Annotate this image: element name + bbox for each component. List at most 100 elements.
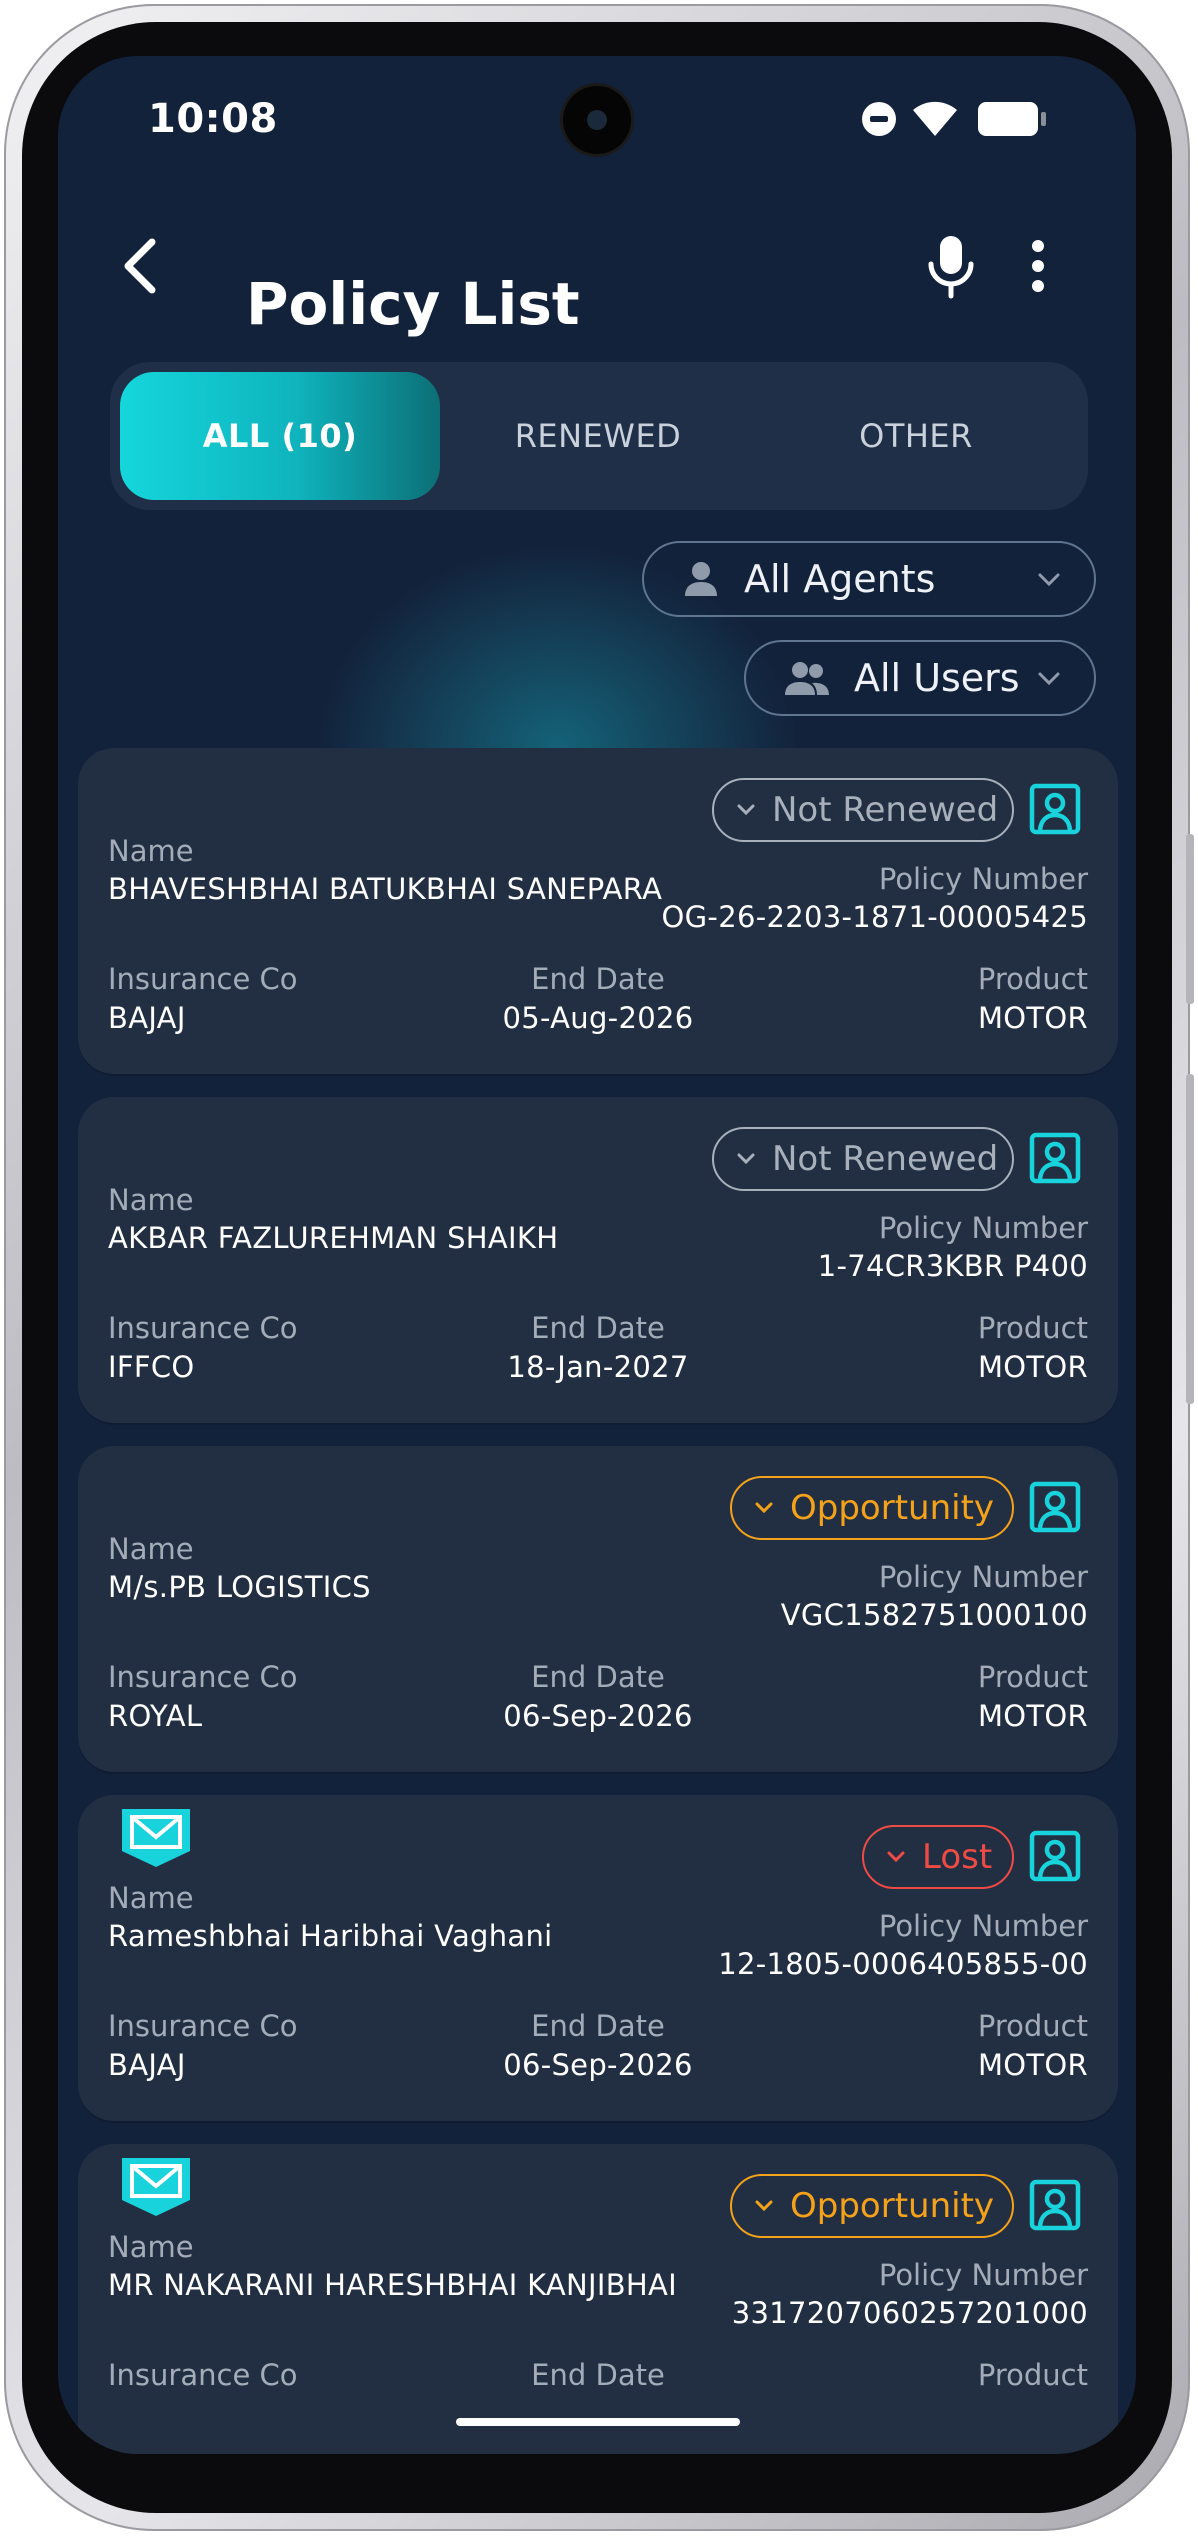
volume-button xyxy=(1186,834,1194,1004)
end-date-label: End Date xyxy=(531,1660,665,1694)
insurance-co-label: Insurance Co xyxy=(108,2358,298,2392)
users-filter-dropdown[interactable]: All Users xyxy=(744,640,1096,716)
chevron-down-icon xyxy=(737,1153,755,1165)
status-badge[interactable]: Not Renewed xyxy=(712,1127,1014,1191)
product-value: MOTOR xyxy=(977,1350,1088,1384)
front-camera xyxy=(563,86,631,154)
contact-card-icon[interactable] xyxy=(1028,1829,1082,1883)
tab-all[interactable]: ALL (10) xyxy=(120,372,440,500)
policy-number-value: 12-1805-0006405855-00 xyxy=(718,1947,1088,1981)
contact-card-icon[interactable] xyxy=(1028,782,1082,836)
policy-holder-name: Rameshbhai Haribhai Vaghani xyxy=(108,1919,553,1953)
chevron-down-icon xyxy=(887,1851,905,1863)
page-title: Policy List xyxy=(246,270,580,338)
status-bar: 10:08 xyxy=(58,56,1136,176)
do-not-disturb-icon xyxy=(862,102,896,136)
product-label: Product xyxy=(977,2009,1088,2043)
policy-card[interactable]: Opportunity Name M/s.PB LOGISTICS Policy… xyxy=(78,1446,1118,1772)
product-label: Product xyxy=(977,1311,1088,1345)
name-label: Name xyxy=(108,834,194,868)
status-badge-label: Opportunity xyxy=(790,2186,995,2226)
policy-number-label: Policy Number xyxy=(878,1560,1088,1594)
side-button xyxy=(1186,1074,1194,1404)
policy-number-value: 1-74CR3KBR P400 xyxy=(817,1249,1088,1283)
policy-number-label: Policy Number xyxy=(878,862,1088,896)
status-badge-label: Opportunity xyxy=(790,1488,995,1528)
product-label: Product xyxy=(977,962,1088,996)
app-screen: 10:08 Policy List ALL (10) RENEWED OTHER xyxy=(58,56,1136,2454)
policy-tabs: ALL (10) RENEWED OTHER xyxy=(110,362,1088,510)
chevron-down-icon xyxy=(755,2200,773,2212)
policy-holder-name: M/s.PB LOGISTICS xyxy=(108,1570,371,1604)
policy-holder-name: MR NAKARANI HARESHBHAI KANJIBHAI xyxy=(108,2268,678,2302)
mail-icon[interactable] xyxy=(118,2154,194,2218)
end-date-label: End Date xyxy=(531,2358,665,2392)
end-date-label: End Date xyxy=(531,962,665,996)
name-label: Name xyxy=(108,1183,194,1217)
chevron-down-icon xyxy=(755,1502,773,1514)
insurance-co-value: ROYAL xyxy=(108,1699,203,1733)
tab-other[interactable]: OTHER xyxy=(756,372,1076,500)
chevron-down-icon xyxy=(737,804,755,816)
product-value: MOTOR xyxy=(977,1699,1088,1733)
chevron-down-icon xyxy=(1038,672,1060,686)
policy-number-value: 3317207060257201000 xyxy=(731,2296,1088,2330)
product-label: Product xyxy=(977,2358,1088,2392)
status-badge[interactable]: Lost xyxy=(862,1825,1014,1889)
status-badge-label: Not Renewed xyxy=(772,790,999,830)
policy-number-label: Policy Number xyxy=(878,1909,1088,1943)
wifi-icon xyxy=(913,101,957,136)
tab-renewed[interactable]: RENEWED xyxy=(438,372,758,500)
product-value: MOTOR xyxy=(977,1001,1088,1035)
policy-number-value: VGC1582751000100 xyxy=(780,1598,1088,1632)
back-button[interactable] xyxy=(108,226,178,306)
status-time: 10:08 xyxy=(148,96,278,142)
end-date-value: 06-Sep-2026 xyxy=(503,2048,693,2082)
contact-card-icon[interactable] xyxy=(1028,1480,1082,1534)
person-icon xyxy=(685,562,717,596)
status-badge[interactable]: Opportunity xyxy=(730,1476,1014,1540)
policy-holder-name: BHAVESHBHAI BATUKBHAI SANEPARA xyxy=(108,872,663,906)
end-date-value: 06-Sep-2026 xyxy=(503,1699,693,1733)
insurance-co-label: Insurance Co xyxy=(108,962,298,996)
policy-list: Not Renewed Name BHAVESHBHAI BATUKBHAI S… xyxy=(78,748,1118,2454)
policy-number-label: Policy Number xyxy=(878,2258,1088,2292)
voice-search-button[interactable] xyxy=(916,226,986,306)
name-label: Name xyxy=(108,1881,194,1915)
home-indicator[interactable] xyxy=(456,2418,740,2426)
name-label: Name xyxy=(108,2230,194,2264)
more-vertical-icon xyxy=(1032,240,1044,292)
policy-card[interactable]: Opportunity Name MR NAKARANI HARESHBHAI … xyxy=(78,2144,1118,2454)
status-badge[interactable]: Opportunity xyxy=(730,2174,1014,2238)
policy-card[interactable]: Lost Name Rameshbhai Haribhai Vaghani Po… xyxy=(78,1795,1118,2121)
end-date-label: End Date xyxy=(531,2009,665,2043)
users-filter-label: All Users xyxy=(854,656,1020,700)
status-badge-label: Lost xyxy=(922,1837,993,1877)
policy-card[interactable]: Not Renewed Name AKBAR FAZLUREHMAN SHAIK… xyxy=(78,1097,1118,1423)
end-date-value: 05-Aug-2026 xyxy=(502,1001,694,1035)
end-date-value: 18-Jan-2027 xyxy=(507,1350,689,1384)
agents-filter-dropdown[interactable]: All Agents xyxy=(642,541,1096,617)
name-label: Name xyxy=(108,1532,194,1566)
status-badge-label: Not Renewed xyxy=(772,1139,999,1179)
end-date-label: End Date xyxy=(531,1311,665,1345)
policy-card[interactable]: Not Renewed Name BHAVESHBHAI BATUKBHAI S… xyxy=(78,748,1118,1074)
policy-number-value: OG-26-2203-1871-00005425 xyxy=(661,900,1088,934)
contact-card-icon[interactable] xyxy=(1028,1131,1082,1185)
insurance-co-label: Insurance Co xyxy=(108,1660,298,1694)
chevron-down-icon xyxy=(1038,573,1060,587)
battery-icon xyxy=(978,102,1046,136)
product-value: MOTOR xyxy=(977,2048,1088,2082)
status-badge[interactable]: Not Renewed xyxy=(712,778,1014,842)
chevron-left-icon xyxy=(124,238,156,294)
mail-icon[interactable] xyxy=(118,1805,194,1869)
people-icon xyxy=(785,662,829,695)
more-options-button[interactable] xyxy=(1008,226,1068,306)
contact-card-icon[interactable] xyxy=(1028,2178,1082,2232)
insurance-co-label: Insurance Co xyxy=(108,1311,298,1345)
agents-filter-label: All Agents xyxy=(744,557,936,601)
policy-holder-name: AKBAR FAZLUREHMAN SHAIKH xyxy=(108,1221,559,1255)
insurance-co-value: BAJAJ xyxy=(108,2048,186,2082)
insurance-co-label: Insurance Co xyxy=(108,2009,298,2043)
insurance-co-value: IFFCO xyxy=(108,1350,195,1384)
